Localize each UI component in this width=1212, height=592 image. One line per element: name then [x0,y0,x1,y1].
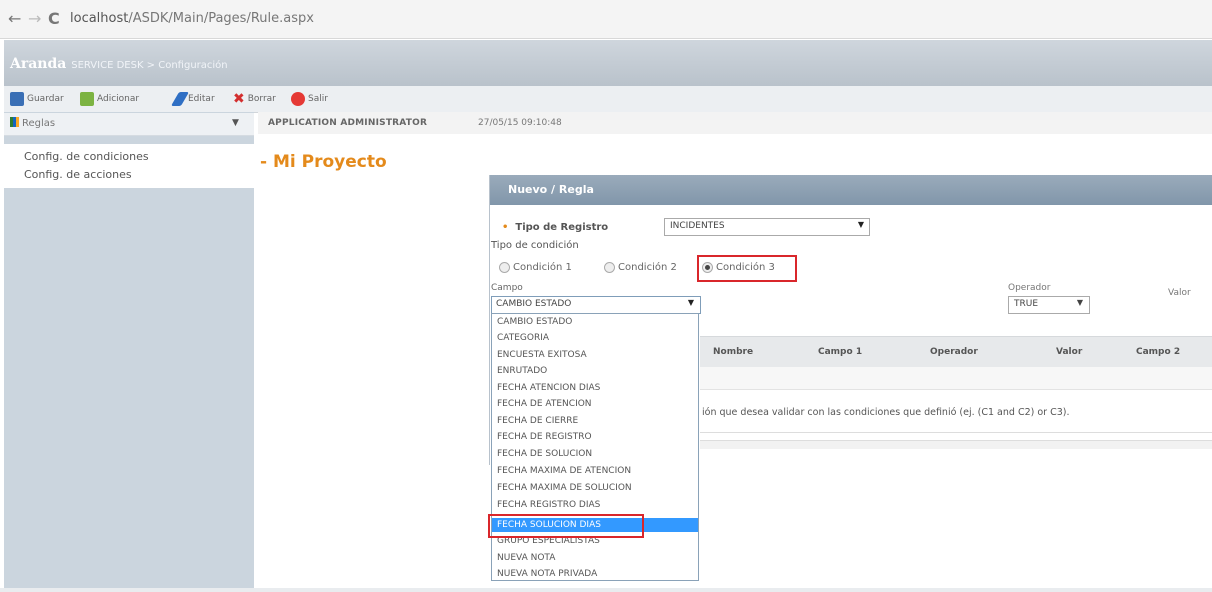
delete-label: Borrar [247,94,276,104]
delete-x-icon: ✖ [233,91,245,107]
floppy-icon [10,92,24,106]
status-strip [0,588,1212,592]
chevron-down-icon: ▼ [857,220,864,229]
column-header-name[interactable]: Nombre [713,347,753,357]
field-select[interactable]: CAMBIO ESTADO ▼ [491,296,701,314]
record-type-label-text: Tipo de Registro [515,222,609,233]
session-datetime: 27/05/15 09:10:48 [478,118,562,128]
operator-label: Operador [1008,283,1051,293]
save-button[interactable]: Guardar [10,91,64,107]
operator-select[interactable]: TRUE ▼ [1008,296,1090,314]
table-row [700,367,1212,390]
edit-label: Editar [188,94,215,104]
dialog-header[interactable] [490,175,1212,205]
save-label: Guardar [27,94,64,104]
sidebar-title: Reglas [22,118,56,129]
collapse-icon[interactable]: ▼ [232,118,239,128]
dropdown-option[interactable]: FECHA REGISTRO DIAS [492,498,698,512]
radio-condition-2[interactable]: Condición 2 [604,262,677,273]
dropdown-option[interactable]: FECHA DE REGISTRO [492,430,698,444]
dropdown-option[interactable]: FECHA MAXIMA DE SOLUCION [492,481,698,495]
dropdown-option[interactable]: FECHA DE ATENCION [492,397,698,411]
required-marker: • [502,222,509,233]
value-label: Valor [1168,288,1191,298]
brand-logo-text: Aranda [10,56,67,72]
url-host: localhost [70,11,129,26]
record-type-select[interactable]: INCIDENTES ▼ [664,218,870,236]
breadcrumb: SERVICE DESK > Configuración [71,60,228,71]
dialog-footer [700,440,1212,449]
record-type-label: • Tipo de Registro [502,222,608,233]
reload-icon[interactable]: C [48,9,60,29]
record-type-value: INCIDENTES [670,221,725,231]
app-brand: Aranda SERVICE DESK > Configuración [10,56,228,72]
highlight-box [488,514,644,538]
dropdown-option[interactable]: CATEGORIA [492,331,698,345]
exit-button[interactable]: Salir [291,91,328,107]
dropdown-option[interactable]: FECHA MAXIMA DE ATENCION [492,464,698,478]
back-icon[interactable]: ← [8,9,21,29]
highlight-box [697,255,797,282]
radio-condition-1[interactable]: Condición 1 [499,262,572,273]
radio-circle [604,262,615,273]
url-path: /ASDK/Main/Pages/Rule.aspx [128,11,314,26]
column-header-value[interactable]: Valor [1056,347,1082,357]
chevron-down-icon: ▼ [687,298,694,307]
dropdown-option[interactable]: ENRUTADO [492,364,698,378]
dropdown-option[interactable]: CAMBIO ESTADO [492,315,698,329]
page-title: - Mi Proyecto [260,152,387,172]
rules-icon [10,117,19,127]
expression-hint: ión que desea validar con las condicione… [702,407,1070,418]
field-label: Campo [491,283,523,293]
field-select-value: CAMBIO ESTADO [496,299,572,309]
delete-button[interactable]: ✖ Borrar [233,91,276,107]
exit-label: Salir [308,94,328,104]
sidebar-item-conditions[interactable]: Config. de condiciones [24,150,149,163]
user-name: APPLICATION ADMINISTRATOR [268,118,428,128]
divider [700,432,1212,433]
dropdown-option[interactable]: FECHA ATENCION DIAS [492,381,698,395]
operator-value: TRUE [1014,299,1039,309]
dropdown-option[interactable]: NUEVA NOTA PRIVADA [492,567,698,580]
chevron-down-icon: ▼ [1076,298,1083,307]
edit-button[interactable]: Editar [170,91,215,107]
dropdown-option[interactable]: ENCUESTA EXITOSA [492,348,698,362]
add-button[interactable]: Adicionar [80,91,139,107]
sidebar-item-actions[interactable]: Config. de acciones [24,168,132,181]
radio-condition-2-label: Condición 2 [618,262,677,273]
add-document-icon [80,92,94,106]
dialog-title: Nuevo / Regla [508,183,594,196]
exit-icon [291,92,305,106]
dropdown-option[interactable]: FECHA DE CIERRE [492,414,698,428]
dropdown-option[interactable]: FECHA DE SOLUCION [492,447,698,461]
add-label: Adicionar [97,94,140,104]
condition-type-label: Tipo de condición [491,240,579,251]
column-header-operator[interactable]: Operador [930,347,978,357]
column-header-field2[interactable]: Campo 2 [1136,347,1180,357]
radio-circle [499,262,510,273]
address-bar[interactable]: localhost/ASDK/Main/Pages/Rule.aspx [70,11,314,26]
radio-condition-1-label: Condición 1 [513,262,572,273]
field-dropdown-list[interactable]: CAMBIO ESTADO CATEGORIA ENCUESTA EXITOSA… [491,313,699,581]
dropdown-option[interactable]: NUEVA NOTA [492,551,698,565]
column-header-field1[interactable]: Campo 1 [818,347,862,357]
forward-icon[interactable]: → [28,9,41,29]
